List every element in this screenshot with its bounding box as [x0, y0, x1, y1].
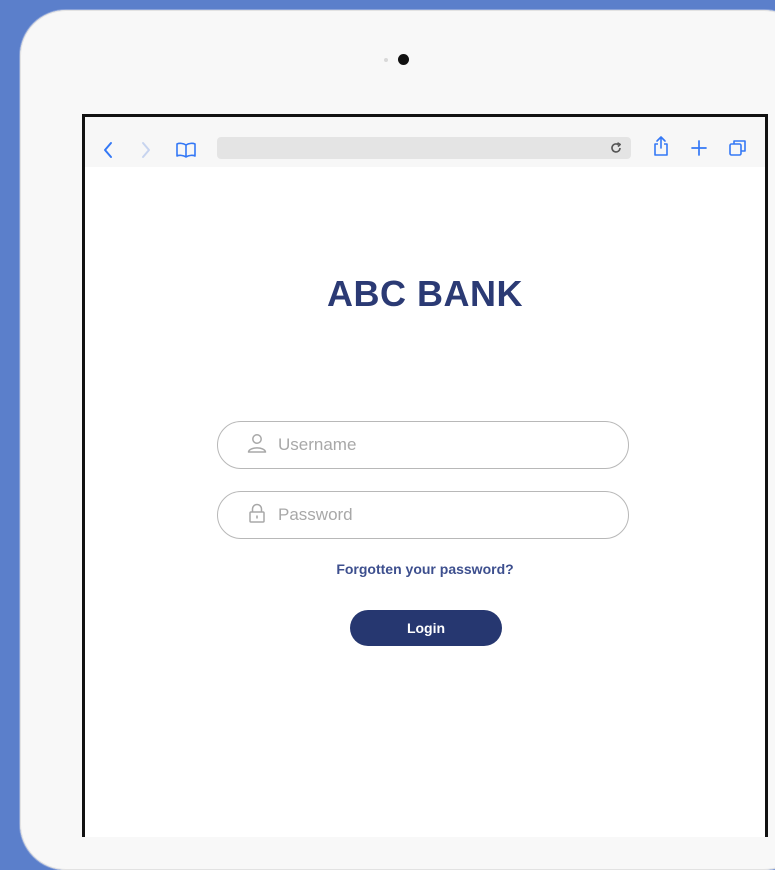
bank-logo-title: ABC BANK — [327, 273, 523, 314]
tablet-screen: ABC BANK Forgotten your password? Login — [82, 114, 768, 837]
forgot-password-link[interactable]: Forgotten your password? — [85, 561, 765, 577]
lock-icon — [246, 502, 268, 529]
tabs-icon[interactable] — [727, 137, 749, 159]
share-icon[interactable] — [651, 135, 671, 157]
password-field[interactable] — [217, 491, 629, 539]
tablet-frame: ABC BANK Forgotten your password? Login — [20, 10, 775, 870]
password-input[interactable] — [276, 504, 600, 526]
username-field[interactable] — [217, 421, 629, 469]
bookmarks-icon[interactable] — [173, 139, 199, 161]
browser-toolbar — [85, 117, 765, 167]
new-tab-icon[interactable] — [689, 137, 709, 159]
login-button[interactable]: Login — [350, 610, 502, 646]
sensor-dot — [384, 58, 388, 62]
user-icon — [246, 432, 268, 459]
reload-icon[interactable] — [607, 139, 625, 157]
forward-icon[interactable] — [137, 139, 155, 161]
address-bar[interactable] — [217, 137, 631, 159]
username-input[interactable] — [276, 434, 600, 456]
front-camera — [398, 54, 409, 65]
back-icon[interactable] — [99, 139, 117, 161]
